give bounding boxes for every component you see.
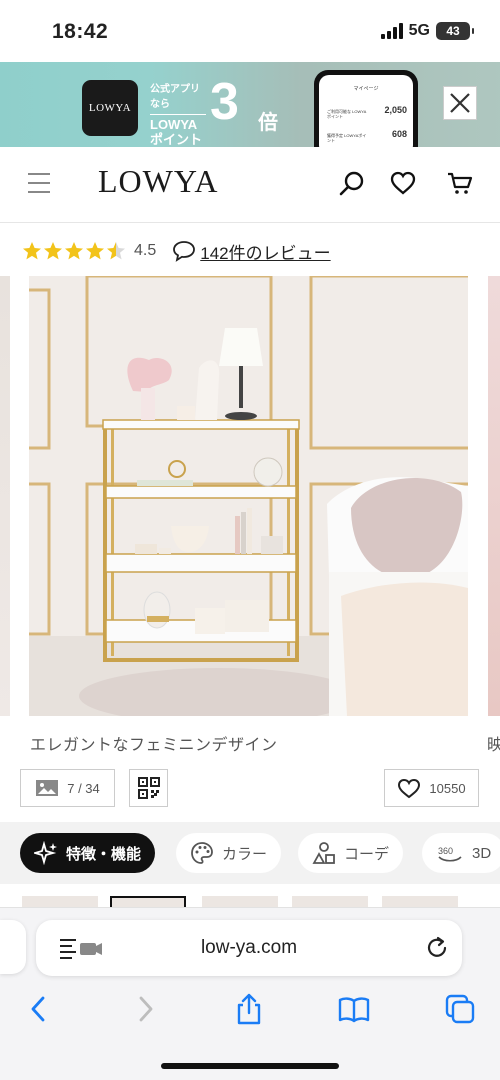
image-counter-button[interactable]: 7 / 34 xyxy=(20,769,115,807)
banner-sub: 公式アプリなら xyxy=(150,82,206,115)
next-image-caption: 映 xyxy=(487,737,500,754)
phone-mockup: マイページ ご利用可能な LOWYAポイント 2,050 獲得予定 LOWYAポ… xyxy=(314,70,418,147)
site-header: LOWYA xyxy=(0,147,500,223)
tab-label: 特徴・機能 xyxy=(66,845,142,863)
star-icon xyxy=(44,242,62,260)
phone-row-value: 2,050 xyxy=(384,105,407,115)
close-icon xyxy=(450,93,470,113)
status-indicators: 5G 43 xyxy=(380,22,474,40)
phone-row-label: 獲得予定 LOWYAポイント xyxy=(327,133,367,143)
favorite-button[interactable]: 10550 xyxy=(384,769,479,807)
product-image-carousel[interactable] xyxy=(0,276,500,716)
next-image-peek[interactable] xyxy=(488,276,500,716)
hamburger-menu-icon[interactable] xyxy=(28,173,50,193)
phone-row: ご利用可能な LOWYAポイント 2,050 xyxy=(327,105,407,119)
back-icon[interactable] xyxy=(22,992,56,1026)
tab-3d[interactable]: 360 3D xyxy=(422,833,500,873)
tab-label: カラー xyxy=(222,845,268,863)
tab-coordinate[interactable]: コーデ xyxy=(298,833,404,873)
review-link[interactable]: 142件のレビュー xyxy=(172,239,331,264)
banner-multiplier-suffix: 倍 xyxy=(258,112,278,134)
shapes-icon xyxy=(312,842,335,864)
banner-line1: LOWYA xyxy=(150,117,198,132)
heart-icon[interactable] xyxy=(389,169,417,197)
heart-icon xyxy=(398,778,421,799)
qr-code-icon xyxy=(137,777,160,799)
star-icon xyxy=(23,242,41,260)
tab-label: コーデ xyxy=(344,845,390,863)
tab-color[interactable]: カラー xyxy=(176,833,282,873)
sparkle-icon xyxy=(34,841,57,865)
reload-icon[interactable] xyxy=(424,935,450,961)
site-logo[interactable]: LOWYA xyxy=(98,163,219,200)
phone-row-label: ご利用可能な LOWYAポイント xyxy=(327,109,367,119)
address-bar[interactable]: low-ya.com xyxy=(36,920,462,976)
battery-level: 43 xyxy=(446,24,460,38)
cellular-signal-icon xyxy=(380,23,403,39)
tabs-icon[interactable] xyxy=(443,992,477,1026)
star-icon xyxy=(86,242,104,260)
forward-icon[interactable] xyxy=(128,992,162,1026)
previous-image-peek[interactable] xyxy=(0,276,10,716)
url-text: low-ya.com xyxy=(200,937,298,958)
banner-close-button[interactable] xyxy=(443,86,477,120)
tab-features[interactable]: 特徴・機能 xyxy=(20,833,156,873)
previous-tab-peek[interactable] xyxy=(0,920,26,974)
home-indicator xyxy=(161,1063,339,1069)
comment-icon xyxy=(173,241,196,262)
svg-text:360: 360 xyxy=(438,846,453,856)
share-icon[interactable] xyxy=(232,992,266,1026)
banner-background xyxy=(0,62,500,147)
bookmarks-icon[interactable] xyxy=(337,992,371,1026)
status-time: 18:42 xyxy=(52,20,109,43)
half-star-icon xyxy=(107,242,125,260)
rating-value: 4.5 xyxy=(134,242,157,259)
shelf-room-illustration xyxy=(29,276,468,716)
star-icon xyxy=(65,242,83,260)
phone-screen: マイページ ご利用可能な LOWYAポイント 2,050 獲得予定 LOWYAポ… xyxy=(319,75,413,147)
feature-tabs: 特徴・機能 カラー コーデ 360 3D xyxy=(0,822,500,884)
banner-multiplier: 3 xyxy=(210,73,239,131)
banner-line2: ポイント xyxy=(150,132,203,147)
phone-title: マイページ xyxy=(353,86,379,92)
search-icon[interactable] xyxy=(338,169,366,197)
tab-label: 3D xyxy=(472,844,492,862)
rating-row: 4.5 142件のレビュー xyxy=(22,238,331,264)
review-link-label: 142件のレビュー xyxy=(200,243,331,263)
image-caption: エレガントなフェミニンデザイン xyxy=(30,737,278,754)
phone-row: 獲得予定 LOWYAポイント 608 xyxy=(327,129,407,143)
network-type: 5G xyxy=(408,22,430,39)
banner-app-logo: LOWYA xyxy=(82,80,138,136)
phone-row-value: 608 xyxy=(391,129,407,139)
360-icon: 360 xyxy=(438,846,462,862)
banner-text: 公式アプリなら LOWYA ポイント xyxy=(150,82,206,147)
image-counter: 7 / 34 xyxy=(67,780,100,796)
app-promo-banner[interactable]: LOWYA 公式アプリなら LOWYA ポイント 3 倍 マイページ ご利用可能… xyxy=(0,62,500,147)
cart-icon[interactable] xyxy=(446,169,474,197)
palette-icon xyxy=(191,842,213,864)
star-rating xyxy=(22,241,126,261)
product-image[interactable] xyxy=(29,276,468,716)
qr-code-button[interactable] xyxy=(129,769,168,807)
browser-bottom-bar: low-ya.com xyxy=(0,908,500,1080)
favorite-count: 10550 xyxy=(429,780,466,796)
battery-icon: 43 xyxy=(436,22,474,40)
status-bar: 18:42 5G 43 xyxy=(0,0,500,62)
image-icon xyxy=(36,780,59,796)
